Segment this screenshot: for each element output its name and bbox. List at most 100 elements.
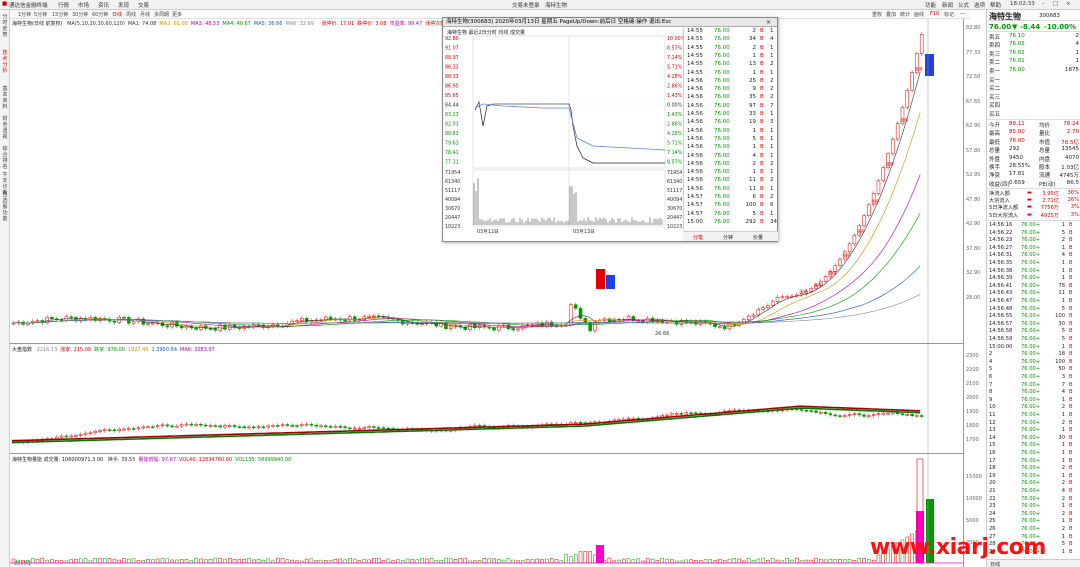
index-candle bbox=[147, 427, 150, 428]
nav-tab-finance[interactable]: 财务透视 bbox=[1, 116, 9, 140]
maximize-icon[interactable]: □ bbox=[1053, 1, 1058, 7]
popup-volume-tick: 20447 bbox=[445, 215, 460, 221]
popup-left-tick: 82.03 bbox=[445, 122, 459, 128]
popup-tab-ticks[interactable]: 分笔 bbox=[693, 234, 703, 241]
index-candle bbox=[334, 426, 337, 427]
tick-side: B bbox=[1069, 374, 1073, 380]
tick-time: 14:56:35 bbox=[989, 260, 1012, 266]
kline-candle bbox=[641, 321, 644, 322]
menu-item-trade[interactable]: 交易 bbox=[138, 1, 149, 9]
trade-time: 14:57 bbox=[687, 202, 703, 208]
kline-candle bbox=[896, 124, 899, 139]
trade-side: B bbox=[760, 136, 764, 142]
tick-side: B bbox=[1069, 230, 1073, 236]
period-30min[interactable]: 30分钟 bbox=[72, 11, 88, 18]
popup-volume-tick-right: 61340 bbox=[667, 179, 682, 185]
volume-bar bbox=[651, 559, 654, 563]
tool-collapse[interactable]: — bbox=[960, 11, 965, 17]
trade-price: 76.00 bbox=[714, 86, 730, 92]
ask-price: 76.05 bbox=[1009, 41, 1025, 47]
kline-candle bbox=[151, 323, 154, 324]
menu-item-help[interactable]: 帮助 bbox=[990, 1, 1001, 9]
period-day[interactable]: 日线 bbox=[112, 11, 122, 18]
index-axis-tick: 2300 bbox=[966, 353, 979, 359]
tool-mark[interactable]: 标记 bbox=[944, 11, 954, 18]
period-multi[interactable]: 多周期 bbox=[154, 11, 169, 18]
nav-tab-watchlist[interactable]: 自选股 bbox=[1, 192, 9, 210]
volume-bar bbox=[94, 558, 97, 563]
volume-bar bbox=[195, 558, 198, 563]
index-candle bbox=[353, 428, 356, 429]
nav-tab-rank[interactable]: 综合排名 bbox=[1, 146, 9, 170]
index-candle bbox=[632, 418, 635, 419]
tick-side: B bbox=[1069, 420, 1073, 426]
tick-volume: 1 bbox=[1047, 442, 1065, 448]
period-month[interactable]: 月线 bbox=[140, 11, 150, 18]
menu-item-discover[interactable]: 发现 bbox=[118, 1, 129, 9]
period-15min[interactable]: 15分钟 bbox=[52, 11, 68, 18]
stat-value: 0.659 bbox=[1009, 180, 1025, 186]
menu-item-market[interactable]: 市场 bbox=[78, 1, 89, 9]
ask-label: 卖二 bbox=[989, 58, 1000, 66]
trade-side: B bbox=[760, 144, 764, 150]
tick-price: 76.00+ bbox=[1021, 290, 1040, 296]
index-candle bbox=[123, 429, 126, 430]
tick-list[interactable]: 14:56:16 76.00+ 1 B 14:56:22 76.00+ 5 B 14:56:23… bbox=[987, 220, 1080, 558]
kline-candle bbox=[123, 317, 126, 318]
nav-tab-technical[interactable]: 技术分析 bbox=[1, 50, 9, 74]
tick-side: B bbox=[1069, 283, 1073, 289]
volume-axis-tick: 15000 bbox=[966, 474, 982, 480]
tick-price: 76.00+ bbox=[1021, 321, 1040, 327]
nav-tab-basic[interactable]: 基本资料 bbox=[1, 86, 9, 110]
bottom-tab-day[interactable]: 日线 bbox=[990, 561, 1000, 567]
period-5min[interactable]: 5分钟 bbox=[34, 11, 47, 18]
tool-f10[interactable]: F10 bbox=[930, 11, 939, 17]
minimize-icon[interactable]: – bbox=[1042, 1, 1045, 7]
menu-item-formula[interactable]: 公式 bbox=[958, 1, 969, 9]
popup-volume-tick: 40094 bbox=[445, 197, 460, 203]
index-candle bbox=[305, 424, 308, 425]
tool-stats[interactable]: 统计 bbox=[900, 11, 910, 18]
period-more[interactable]: 更多 bbox=[172, 11, 182, 18]
trade-count: 1 bbox=[770, 211, 774, 217]
volume-bar bbox=[483, 558, 486, 563]
tool-reweight[interactable]: 重权 bbox=[872, 11, 882, 18]
order-book: 卖五 76.10 2 卖四 76.05 4 卖三 76.02 1 卖二 76.01 1 卖一 76.00 1… bbox=[987, 33, 1080, 119]
popup-close-icon[interactable]: × bbox=[766, 19, 771, 26]
volume-bar bbox=[497, 559, 500, 563]
nav-tab-intraday[interactable]: 分时走势 bbox=[1, 14, 9, 38]
period-1min[interactable]: 1分钟 bbox=[18, 11, 31, 18]
popup-tab-pricevol[interactable]: 价量 bbox=[753, 234, 763, 241]
tool-draw[interactable]: 画线 bbox=[914, 11, 924, 18]
trade-side: B bbox=[760, 70, 764, 76]
menu-item-options[interactable]: 选项 bbox=[974, 1, 985, 9]
period-60min[interactable]: 60分钟 bbox=[92, 11, 108, 18]
flow-pct: 3% bbox=[1063, 212, 1079, 218]
stat-label: 总量 bbox=[1039, 146, 1050, 154]
tick-volume: 100 bbox=[1047, 313, 1065, 319]
volume-bar bbox=[98, 559, 101, 563]
nav-tab-function[interactable]: 功能 bbox=[1, 210, 9, 222]
intraday-popup[interactable]: 海特生物(300683) 2020年03月13日 星期五 PageUp/Down… bbox=[442, 17, 778, 242]
menu-item-quote[interactable]: 行情 bbox=[58, 1, 69, 9]
tick-time: 22 bbox=[989, 496, 996, 502]
period-week[interactable]: 周线 bbox=[126, 11, 136, 18]
menu-item-function[interactable]: 功能 bbox=[925, 1, 936, 9]
tick-time: 14:56:57 bbox=[989, 321, 1012, 327]
last-price: 76.00 bbox=[989, 23, 1011, 31]
tool-overlay[interactable]: 叠加 bbox=[886, 11, 896, 18]
tick-price: 76.00+ bbox=[1021, 283, 1040, 289]
popup-volume-tick-right: 20447 bbox=[667, 215, 682, 221]
close-icon[interactable]: × bbox=[1066, 1, 1071, 7]
tick-side: B bbox=[1069, 480, 1073, 486]
volume-bar bbox=[151, 560, 154, 563]
volume-bar bbox=[416, 560, 419, 563]
popup-tab-minutes[interactable]: 分钟 bbox=[723, 234, 733, 241]
menu-item-headline[interactable]: 新闻 bbox=[942, 1, 953, 9]
price-axis-tick: 52.95 bbox=[966, 172, 980, 178]
trade-list[interactable]: 14:55 76.00 2 B 1 14:55 76.00 34 B 4 14:55 76.00 2 B 1… bbox=[683, 28, 778, 230]
tick-volume: 3 bbox=[1047, 374, 1065, 380]
index-candle bbox=[872, 414, 875, 415]
trade-time: 14:56 bbox=[687, 119, 703, 125]
menu-item-news[interactable]: 资讯 bbox=[98, 1, 109, 9]
